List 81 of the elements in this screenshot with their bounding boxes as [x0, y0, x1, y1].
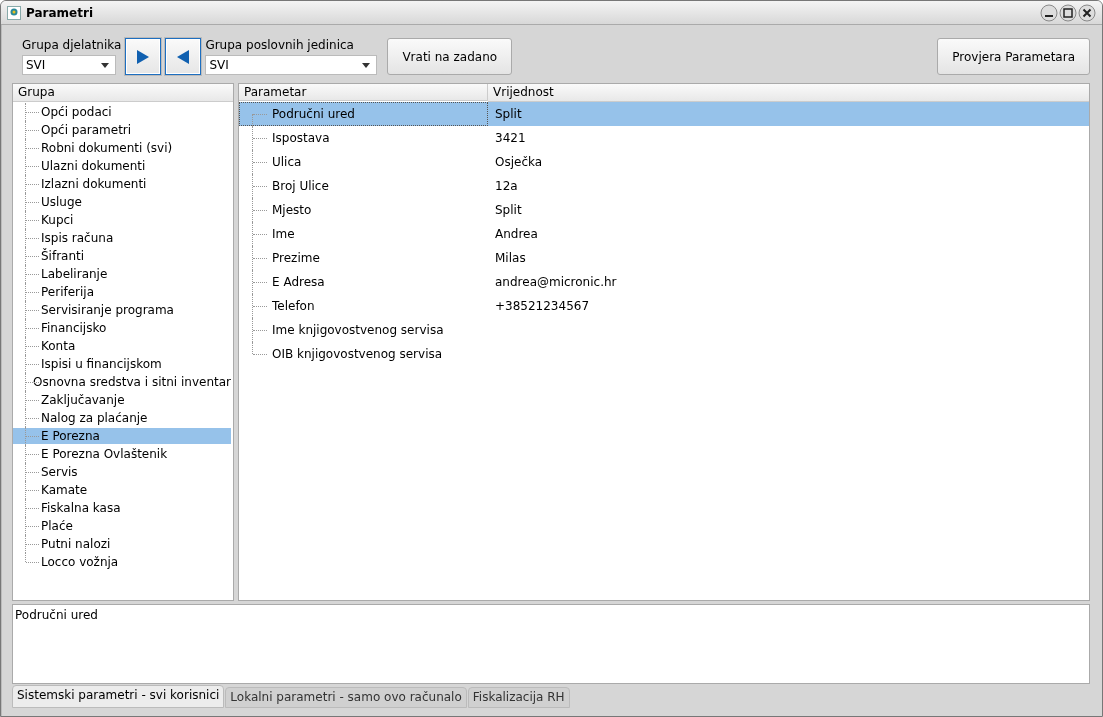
table-row[interactable]: Ime Andrea: [239, 222, 1089, 246]
tree-item[interactable]: Locco vožnja: [39, 554, 231, 570]
parameter-name: Mjesto: [272, 203, 312, 217]
business-unit-group-dropdown[interactable]: SVI: [205, 55, 378, 75]
parameter-value: Split: [495, 203, 522, 217]
tree-item[interactable]: Periferija: [39, 284, 231, 300]
parameter-name: Ulica: [272, 155, 302, 169]
tree-item[interactable]: Ulazni dokumenti: [39, 158, 231, 174]
parameter-value: Osječka: [495, 155, 543, 169]
tree-item[interactable]: Ispis računa: [39, 230, 231, 246]
tree-item[interactable]: E Porezna Ovlaštenik: [39, 446, 231, 462]
maximize-icon[interactable]: [1059, 3, 1077, 22]
column-header: Vrijednost: [488, 84, 1089, 102]
table-row[interactable]: Telefon +38521234567: [239, 294, 1089, 318]
tab[interactable]: Fiskalizacija RH: [467, 687, 570, 708]
tree-item[interactable]: Zaključavanje: [39, 392, 231, 408]
parameter-name: Ispostava: [272, 131, 330, 145]
tree-item[interactable]: Nalog za plaćanje: [39, 410, 231, 426]
tree-item[interactable]: Kupci: [39, 212, 231, 228]
parameter-name: Ime knjigovostvenog servisa: [272, 323, 444, 337]
parameter-value: Milas: [495, 251, 526, 265]
tree-item[interactable]: Opći podaci: [39, 104, 231, 120]
table-row[interactable]: OIB knjigovostvenog servisa: [239, 342, 1089, 366]
parameter-name: OIB knjigovostvenog servisa: [272, 347, 443, 361]
minimize-icon[interactable]: [1040, 3, 1058, 22]
tab[interactable]: Lokalni parametri - samo ovo računalo: [225, 687, 467, 708]
tree-item[interactable]: Konta: [39, 338, 231, 354]
tree-item[interactable]: Labeliranje: [39, 266, 231, 282]
reset-defaults-button[interactable]: Vrati na zadano: [387, 38, 513, 75]
tree-item[interactable]: E Porezna: [13, 428, 231, 444]
parameter-name: E Adresa: [272, 275, 325, 289]
table-row[interactable]: Prezime Milas: [239, 246, 1089, 270]
tree-item[interactable]: Osnovna sredstva i sitni inventar: [31, 374, 231, 390]
column-header: Grupa: [13, 84, 233, 102]
parameter-value: +38521234567: [495, 299, 590, 313]
tree-item[interactable]: Fiskalna kasa: [39, 500, 231, 516]
table-row[interactable]: E Adresa andrea@micronic.hr: [239, 270, 1089, 294]
caret-icon: [362, 62, 371, 68]
table-row[interactable]: Mjesto Split: [239, 198, 1089, 222]
tree-item[interactable]: Putni nalozi: [39, 536, 231, 552]
tree-item[interactable]: Financijsko: [39, 320, 231, 336]
parameter-value: 3421: [495, 131, 526, 145]
tree-item[interactable]: Servis: [39, 464, 231, 480]
employee-group-dropdown[interactable]: SVI: [22, 55, 116, 75]
parameter-name: Telefon: [272, 299, 315, 313]
employee-group-label: Grupa djelatnika: [22, 38, 122, 53]
table-row[interactable]: Ime knjigovostvenog servisa: [239, 318, 1089, 342]
table-row[interactable]: Broj Ulice 12a: [239, 174, 1089, 198]
table-row[interactable]: Ulica Osječka: [239, 150, 1089, 174]
parameter-value: Split: [495, 107, 522, 121]
column-header: Parametar: [239, 84, 488, 101]
table-row[interactable]: Područni ured Split: [239, 102, 1089, 126]
description-text: Područni ured: [15, 608, 98, 622]
tree-item[interactable]: Opći parametri: [39, 122, 231, 138]
close-icon[interactable]: [1078, 3, 1096, 22]
parameter-name: Prezime: [272, 251, 320, 265]
parameter-value: 12a: [495, 179, 518, 193]
check-parameters-button[interactable]: Provjera Parametara: [937, 38, 1090, 75]
tree-item[interactable]: Kamate: [39, 482, 231, 498]
parameter-value: andrea@micronic.hr: [495, 275, 617, 289]
tab[interactable]: Sistemski parametri - svi korisnici: [12, 685, 225, 708]
tree-item[interactable]: Šifranti: [39, 248, 231, 264]
parameter-name: Područni ured: [272, 107, 355, 121]
tree-item[interactable]: Ispisi u financijskom: [39, 356, 231, 372]
play-left-icon: [177, 49, 190, 64]
move-right-button[interactable]: [125, 38, 162, 75]
tree-item[interactable]: Izlazni dokumenti: [39, 176, 231, 192]
move-left-button[interactable]: [165, 38, 202, 75]
parameter-name: Broj Ulice: [272, 179, 329, 193]
play-right-icon: [137, 49, 150, 64]
window-title: Parametri: [26, 5, 93, 20]
business-unit-group-label: Grupa poslovnih jedinica: [205, 38, 355, 53]
tree-item[interactable]: Servisiranje programa: [39, 302, 231, 318]
app-icon: [7, 5, 21, 20]
tree-item[interactable]: Robni dokumenti (svi): [39, 140, 231, 156]
caret-icon: [101, 62, 109, 68]
parameter-value: Andrea: [495, 227, 538, 241]
tree-item[interactable]: Usluge: [39, 194, 231, 210]
parameter-name: Ime: [272, 227, 295, 241]
table-row[interactable]: Ispostava 3421: [239, 126, 1089, 150]
tree-item[interactable]: Plaće: [39, 518, 231, 534]
